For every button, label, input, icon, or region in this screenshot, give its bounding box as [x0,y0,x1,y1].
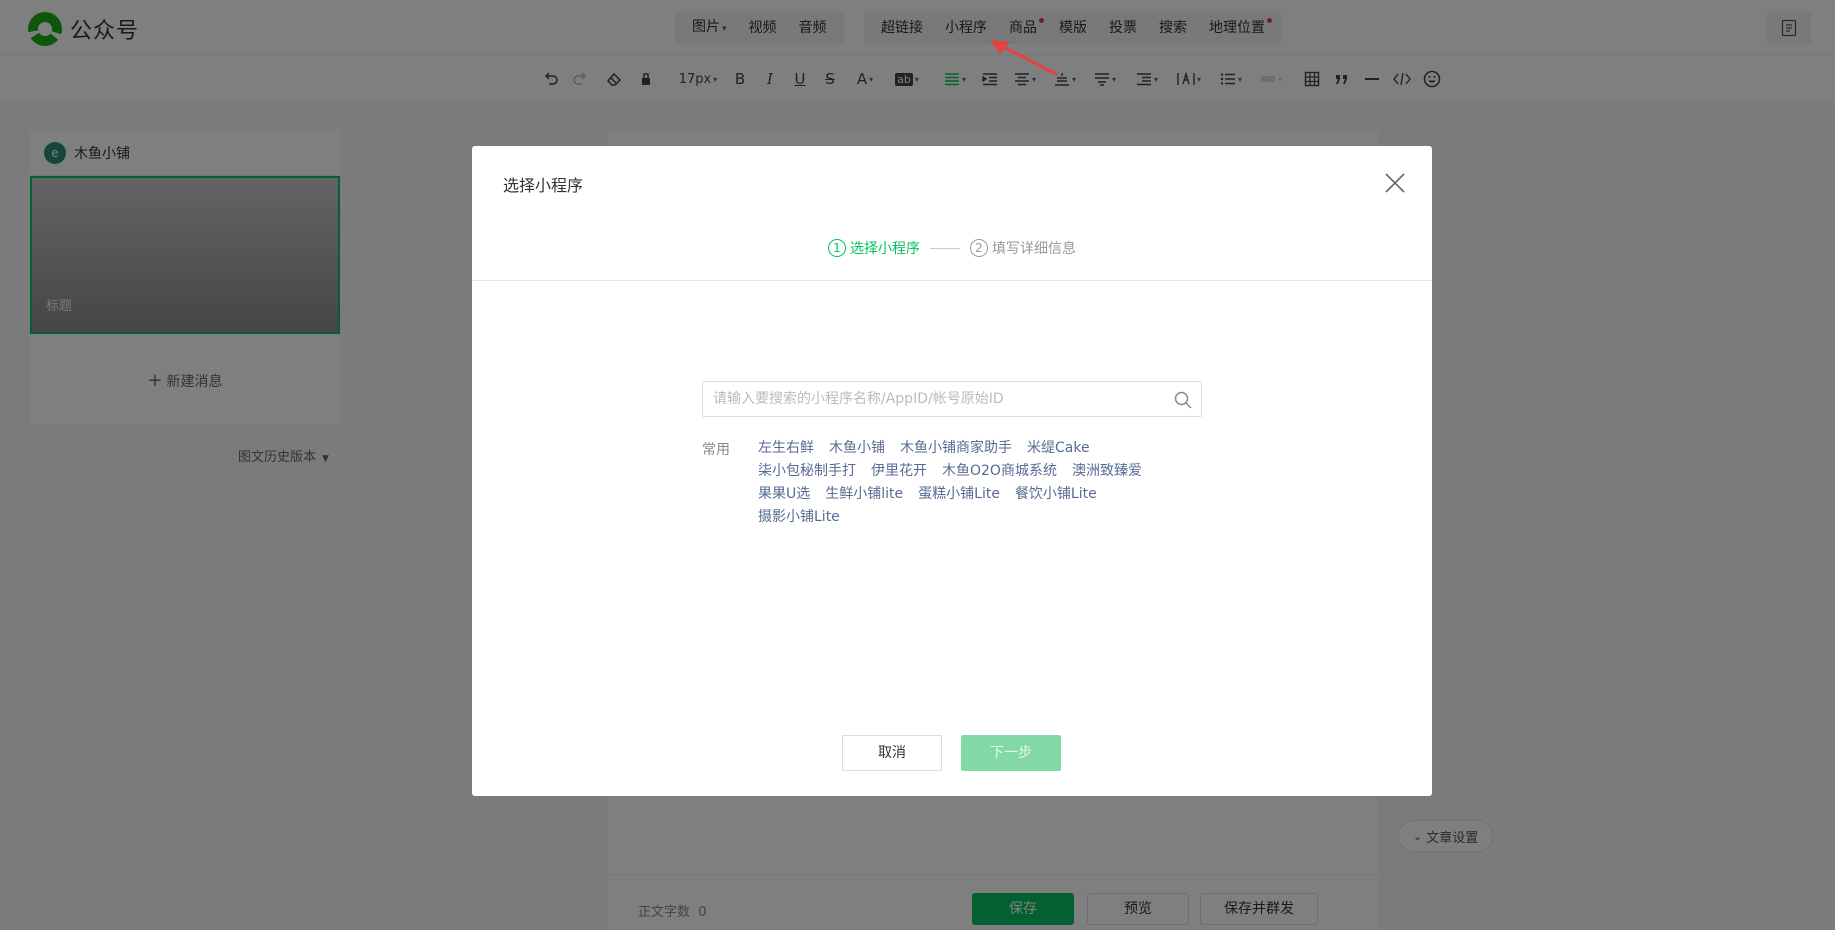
miniprogram-link[interactable]: 木鱼O2O商城系统 [942,462,1057,481]
step-connector [930,247,960,249]
miniprogram-search [702,381,1202,417]
miniprogram-link[interactable]: 柒小包秘制手打 [758,462,856,481]
search-icon[interactable] [1173,390,1193,410]
common-list: 左生右鲜 木鱼小铺 木鱼小铺商家助手 米缇Cake 柒小包秘制手打 伊里花开 木鱼O2O商城… [758,439,1178,527]
miniprogram-link[interactable]: 米缇Cake [1027,439,1090,458]
miniprogram-link[interactable]: 蛋糕小铺Lite [918,485,1000,504]
miniprogram-link[interactable]: 果果U选 [758,485,810,504]
miniprogram-link[interactable]: 生鲜小铺lite [825,485,903,504]
divider [472,280,1432,281]
next-step-button[interactable]: 下一步 [961,735,1061,771]
miniprogram-link[interactable]: 木鱼小铺 [829,439,885,458]
step-indicator: 1 选择小程序 2 填写详细信息 [472,238,1432,258]
miniprogram-link[interactable]: 左生右鲜 [758,439,814,458]
miniprogram-link[interactable]: 木鱼小铺商家助手 [900,439,1012,458]
miniprogram-link[interactable]: 澳洲致臻爱 [1072,462,1142,481]
select-miniprogram-dialog: 选择小程序 1 选择小程序 2 填写详细信息 常用 左生右鲜木鱼小铺木鱼小铺商家… [472,146,1432,796]
red-arrow-annotation [990,40,1058,76]
cancel-button[interactable]: 取消 [842,735,942,771]
step-2: 2 填写详细信息 [970,238,1076,258]
close-icon[interactable] [1384,172,1406,194]
common-label: 常用 [702,442,730,458]
miniprogram-link[interactable]: 伊里花开 [871,462,927,481]
step-1: 1 选择小程序 [828,238,920,258]
dialog-title: 选择小程序 [503,176,584,195]
miniprogram-link[interactable]: 摄影小铺Lite [758,508,840,527]
miniprogram-link[interactable]: 餐饮小铺Lite [1015,485,1097,504]
search-input[interactable] [703,382,1201,416]
